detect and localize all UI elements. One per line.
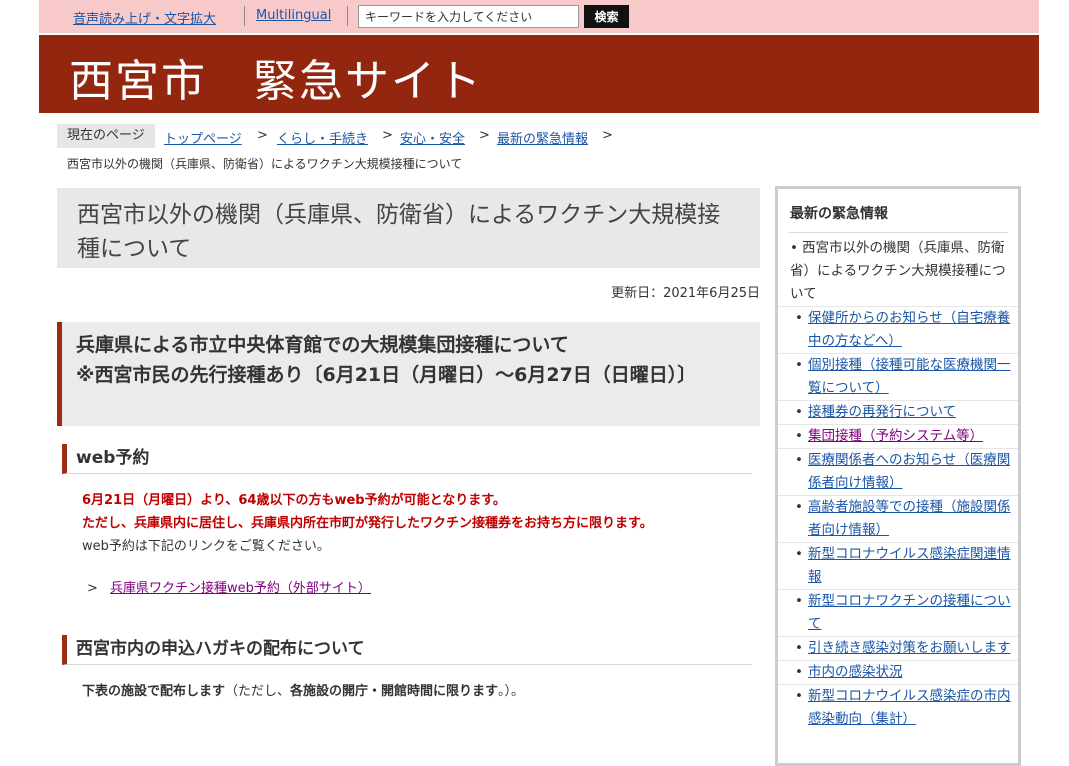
- sidebar-item-link[interactable]: 集団接種（予約システム等）: [808, 428, 983, 444]
- breadcrumb-separator: >: [257, 128, 268, 143]
- postcard-text-bold-2: 各施設の開庁・開館時間に限ります: [290, 684, 499, 699]
- sidebar-item-link[interactable]: 新型コロナワクチンの接種について: [808, 593, 1011, 632]
- hyogo-web-reservation-link[interactable]: 兵庫県ワクチン接種web予約（外部サイト）: [110, 581, 371, 596]
- utility-separator: [244, 6, 245, 26]
- page-title-box: 西宮市以外の機関（兵庫県、防衛省）によるワクチン大規模接種について: [57, 188, 760, 268]
- breadcrumb-current: 西宮市以外の機関（兵庫県、防衛省）によるワクチン大規模接種について: [67, 157, 463, 171]
- updated-date: 更新日：2021年6月25日: [611, 286, 760, 301]
- utility-bar: 音声読み上げ・文字拡大 Multilingual 検索: [39, 0, 1039, 33]
- site-title[interactable]: 西宮市 緊急サイト: [69, 45, 483, 109]
- section-heading-line-2: ※西宮市民の先行接種あり〔6月21日（月曜日）～6月27日（日曜日）〕: [76, 364, 697, 386]
- external-link-row: > 兵庫県ワクチン接種web予約（外部サイト）: [87, 577, 371, 596]
- web-reservation-heading: web予約: [62, 444, 752, 474]
- breadcrumb-label: 現在のページ: [57, 124, 155, 148]
- sidebar-item-link[interactable]: 個別接種（接種可能な医療機関一覧について）: [808, 357, 1011, 396]
- breadcrumb-separator: >: [382, 128, 393, 143]
- sidebar-item: 保健所からのお知らせ（自宅療養中の方などへ）: [778, 306, 1018, 353]
- link-marker: >: [87, 581, 98, 596]
- breadcrumb-item-emergency[interactable]: 最新の緊急情報: [497, 128, 588, 147]
- sidebar-divider: [788, 232, 1008, 233]
- multilingual-link[interactable]: Multilingual: [256, 8, 331, 23]
- breadcrumb-separator: >: [479, 128, 490, 143]
- section-heading: 兵庫県による市立中央体育館での大規模集団接種について ※西宮市民の先行接種あり〔…: [76, 330, 746, 390]
- sidebar-list: 西宮市以外の機関（兵庫県、防衛省）によるワクチン大規模接種について 保健所からの…: [778, 237, 1018, 731]
- sidebar-item: 新型コロナウイルス感染症関連情報: [778, 542, 1018, 589]
- breadcrumb-item-top[interactable]: トップページ: [164, 128, 242, 147]
- sidebar-item: 医療関係者へのお知らせ（医療関係者向け情報）: [778, 448, 1018, 495]
- breadcrumb-item-life[interactable]: くらし・手続き: [277, 128, 368, 147]
- search-input[interactable]: [358, 5, 579, 28]
- search-button[interactable]: 検索: [584, 5, 629, 28]
- sidebar-item: 高齢者施設等での接種（施設関係者向け情報）: [778, 495, 1018, 542]
- sidebar-item: 引き続き感染対策をお願いします: [778, 636, 1018, 660]
- breadcrumb-item-safety[interactable]: 安心・安全: [400, 128, 465, 147]
- postcard-heading: 西宮市内の申込ハガキの配布について: [62, 635, 752, 665]
- sidebar-item-link[interactable]: 新型コロナウイルス感染症の市内感染動向（集計）: [808, 688, 1011, 727]
- sidebar-latest-emergency: 最新の緊急情報 西宮市以外の機関（兵庫県、防衛省）によるワクチン大規模接種につい…: [775, 186, 1021, 766]
- web-notice-2: ただし、兵庫県内に居住し、兵庫県内所在市町が発行したワクチン接種券をお持ち方に限…: [82, 516, 653, 531]
- sidebar-item-link[interactable]: 新型コロナウイルス感染症関連情報: [808, 546, 1011, 585]
- postcard-text-bold: 下表の施設で配布します: [82, 684, 226, 699]
- web-notice-1: 6月21日（月曜日）より、64歳以下の方もweb予約が可能となります。: [82, 493, 506, 508]
- breadcrumb-separator: >: [602, 128, 613, 143]
- sidebar-item-link[interactable]: 市内の感染状況: [808, 664, 903, 680]
- web-body-text: web予約は下記のリンクをご覧ください。: [82, 539, 330, 554]
- section-heading-line-1: 兵庫県による市立中央体育館での大規模集団接種について: [76, 334, 569, 356]
- site-header: 西宮市 緊急サイト: [39, 35, 1039, 113]
- utility-separator: [347, 6, 348, 26]
- page-title: 西宮市以外の機関（兵庫県、防衛省）によるワクチン大規模接種について: [77, 202, 721, 262]
- sidebar-item: 新型コロナウイルス感染症の市内感染動向（集計）: [778, 684, 1018, 731]
- sidebar-item-current: 西宮市以外の機関（兵庫県、防衛省）によるワクチン大規模接種について: [778, 237, 1018, 306]
- sidebar-item: 接種券の再発行について: [778, 400, 1018, 424]
- sidebar-item: 個別接種（接種可能な医療機関一覧について）: [778, 353, 1018, 400]
- sidebar-title: 最新の緊急情報: [790, 206, 888, 222]
- sidebar-item: 集団接種（予約システム等）: [778, 424, 1018, 448]
- sidebar-item-link[interactable]: 保健所からのお知らせ（自宅療養中の方などへ）: [808, 310, 1010, 349]
- sidebar-item-link[interactable]: 引き続き感染対策をお願いします: [808, 640, 1011, 656]
- postcard-text: 下表の施設で配布します（ただし、各施設の開庁・開館時間に限ります。）。: [82, 680, 524, 699]
- sidebar-item-link[interactable]: 高齢者施設等での接種（施設関係者向け情報）: [808, 499, 1011, 538]
- sidebar-item: 市内の感染状況: [778, 660, 1018, 684]
- postcard-text-paren: （ただし、: [225, 684, 291, 699]
- sidebar-item-link[interactable]: 接種券の再発行について: [808, 404, 956, 420]
- sidebar-item-link[interactable]: 医療関係者へのお知らせ（医療関係者向け情報）: [808, 452, 1010, 491]
- section-heading-box: 兵庫県による市立中央体育館での大規模集団接種について ※西宮市民の先行接種あり〔…: [57, 322, 760, 426]
- postcard-text-end: 。）。: [498, 684, 525, 699]
- read-aloud-link[interactable]: 音声読み上げ・文字拡大: [73, 8, 216, 27]
- sidebar-item: 新型コロナワクチンの接種について: [778, 589, 1018, 636]
